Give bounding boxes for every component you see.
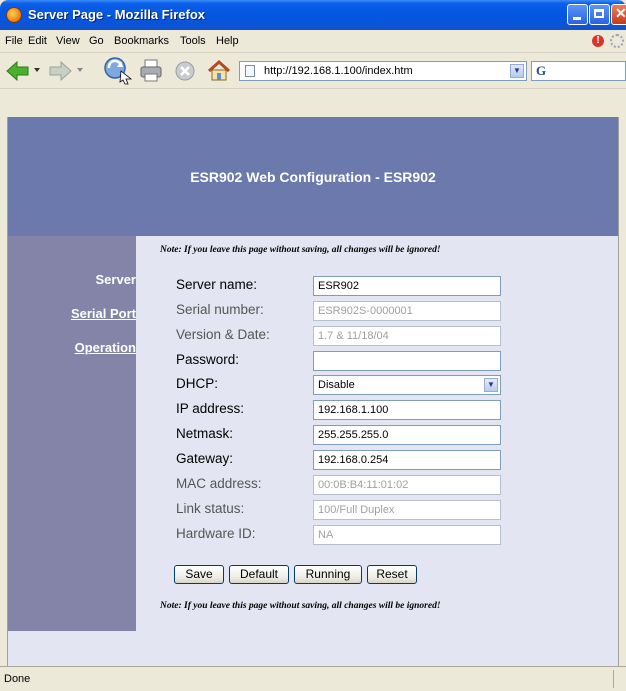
password-label: Password:	[176, 352, 240, 367]
menu-view[interactable]: View	[56, 35, 80, 47]
server-name-label: Server name:	[176, 277, 258, 292]
save-button[interactable]: Save	[174, 565, 224, 584]
gateway-label: Gateway:	[176, 451, 234, 466]
dhcp-select-value: Disable	[318, 379, 355, 391]
chevron-down-icon[interactable]: ▼	[484, 378, 498, 392]
netmask-input[interactable]: 255.255.255.0	[313, 425, 501, 445]
sidebar: Server Serial Port Operation	[8, 236, 136, 631]
sidebar-item-operation[interactable]: Operation	[75, 340, 136, 355]
running-button[interactable]: Running	[294, 565, 362, 584]
back-dropdown-icon[interactable]	[33, 66, 41, 74]
status-bar: Done	[0, 666, 626, 691]
menu-bookmarks[interactable]: Bookmarks	[114, 35, 169, 47]
address-url[interactable]: http://192.168.1.100/index.htm	[264, 65, 413, 77]
gateway-input[interactable]: 192.168.0.254	[313, 450, 501, 470]
sidebar-item-serial-port[interactable]: Serial Port	[71, 306, 136, 321]
unsaved-note-bottom: Note: If you leave this page without sav…	[160, 601, 441, 611]
google-search-icon[interactable]: G	[536, 63, 546, 79]
hardware-id-field: NA	[313, 525, 501, 545]
unsaved-note-top: Note: If you leave this page without sav…	[160, 245, 441, 255]
right-window-border	[618, 117, 626, 666]
forward-dropdown-icon[interactable]	[76, 66, 84, 74]
alert-icon: !	[592, 35, 604, 47]
window-title: Server Page - Mozilla Firefox	[28, 7, 206, 22]
menu-bar: File Edit View Go Bookmarks Tools Help !	[0, 30, 626, 52]
mac-address-field: 00:0B:B4:11:01:02	[313, 475, 501, 495]
page-header: ESR902 Web Configuration - ESR902	[8, 117, 618, 236]
reset-button[interactable]: Reset	[367, 565, 417, 584]
close-button[interactable]	[611, 4, 626, 25]
menu-help[interactable]: Help	[216, 35, 239, 47]
bookmarks-toolbar	[0, 88, 626, 118]
reload-icon[interactable]	[102, 55, 134, 85]
forward-arrow-icon[interactable]	[46, 57, 74, 85]
serial-number-field: ESR902S-0000001	[313, 301, 501, 321]
status-text: Done	[4, 673, 31, 685]
maximize-button[interactable]	[589, 4, 610, 25]
menu-edit[interactable]: Edit	[28, 35, 47, 47]
back-arrow-icon[interactable]	[4, 57, 32, 85]
page-content: ESR902 Web Configuration - ESR902 Server…	[8, 117, 618, 666]
link-status-field: 100/Full Duplex	[313, 500, 501, 520]
menu-tools[interactable]: Tools	[180, 35, 206, 47]
menu-go[interactable]: Go	[89, 35, 104, 47]
home-icon[interactable]	[205, 57, 233, 85]
throbber-icon	[610, 34, 624, 48]
dhcp-label: DHCP:	[176, 376, 219, 391]
page-icon	[245, 65, 255, 77]
version-date-field: 1.7 & 11/18/04	[313, 326, 501, 346]
search-box[interactable]: G	[531, 61, 626, 81]
ip-address-label: IP address:	[176, 401, 245, 416]
page-footer-space	[8, 631, 618, 666]
server-name-input[interactable]: ESR902	[313, 276, 501, 296]
page-title: ESR902 Web Configuration - ESR902	[190, 169, 436, 185]
firefox-logo-icon	[6, 7, 22, 23]
link-status-label: Link status:	[176, 501, 245, 516]
address-bar[interactable]: http://192.168.1.100/index.htm ▼	[239, 61, 527, 81]
menu-file[interactable]: File	[5, 35, 23, 47]
mac-address-label: MAC address:	[176, 476, 262, 491]
netmask-label: Netmask:	[176, 426, 234, 441]
ip-address-input[interactable]: 192.168.1.100	[313, 400, 501, 420]
address-dropdown-button[interactable]: ▼	[510, 64, 524, 78]
print-icon[interactable]	[138, 57, 164, 85]
hardware-id-label: Hardware ID:	[176, 526, 256, 541]
dhcp-select[interactable]: Disable ▼	[313, 375, 501, 395]
minimize-button[interactable]	[567, 4, 588, 25]
sidebar-item-server[interactable]: Server	[96, 272, 136, 287]
stop-icon[interactable]	[172, 57, 198, 85]
status-separator	[613, 670, 614, 688]
window-title-bar: Server Page - Mozilla Firefox	[0, 0, 626, 30]
password-input[interactable]	[313, 351, 501, 371]
left-window-border	[0, 117, 8, 666]
navigation-toolbar: http://192.168.1.100/index.htm ▼ G	[0, 52, 626, 89]
serial-number-label: Serial number:	[176, 302, 264, 317]
default-button[interactable]: Default	[229, 565, 289, 584]
version-date-label: Version & Date:	[176, 327, 270, 342]
